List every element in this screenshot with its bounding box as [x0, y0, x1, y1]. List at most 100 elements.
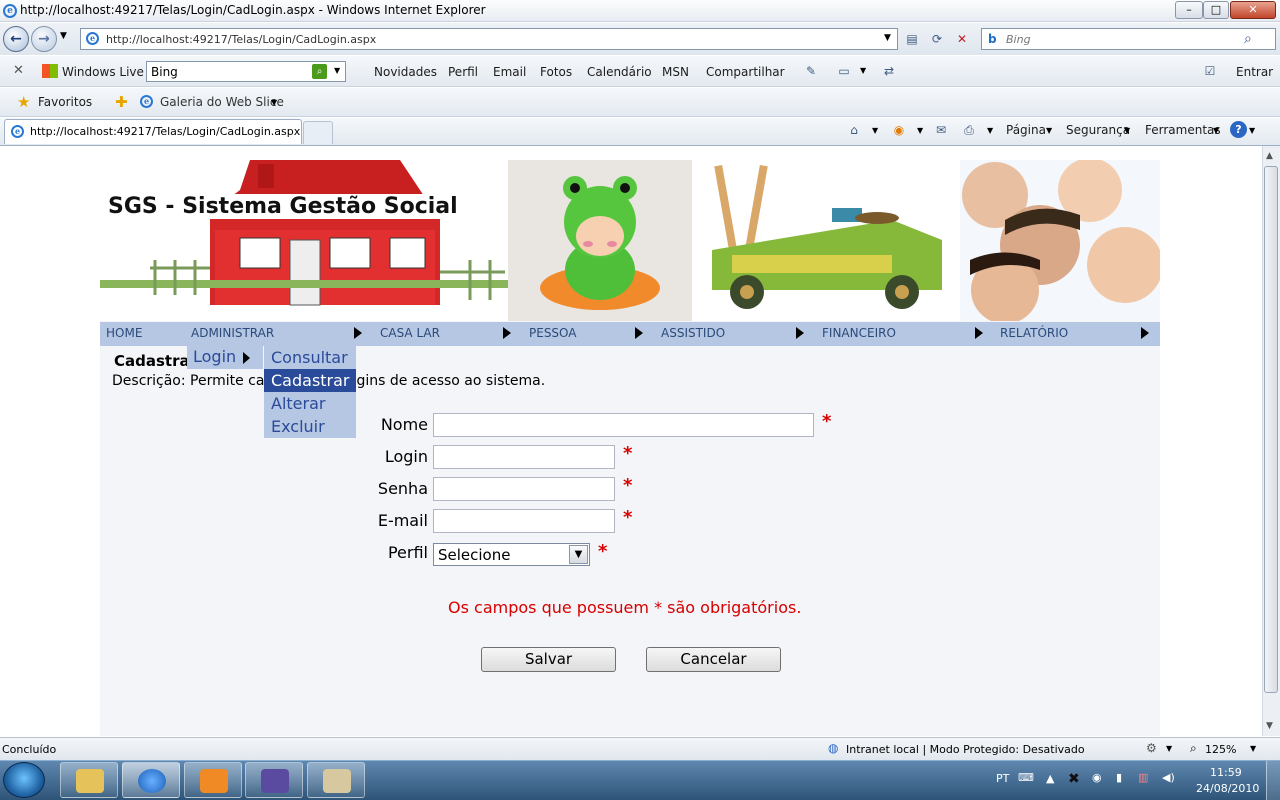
start-button[interactable] — [3, 762, 45, 798]
live-search-icon[interactable]: ⌕ — [312, 64, 327, 79]
taskbar-remote[interactable] — [245, 762, 303, 798]
submenu-login[interactable]: Login — [187, 346, 263, 369]
menu-assistido[interactable]: ASSISTIDO — [661, 326, 725, 340]
taskbar-media-player[interactable] — [184, 762, 242, 798]
login-input[interactable] — [433, 445, 615, 469]
show-desktop-button[interactable] — [1266, 761, 1280, 800]
print-dropdown-icon[interactable]: ▼ — [987, 126, 993, 135]
window-icon[interactable]: ▭ — [835, 62, 853, 80]
edit-icon[interactable]: ✎ — [802, 62, 820, 80]
search-box[interactable]: b Bing ⌕ — [981, 28, 1276, 50]
print-icon[interactable]: ⎙ — [960, 121, 978, 139]
help-dropdown-icon[interactable]: ▼ — [1249, 126, 1255, 135]
taskbar-ie[interactable] — [122, 762, 180, 798]
scroll-down-icon[interactable]: ▼ — [1266, 721, 1273, 731]
address-url[interactable]: http://localhost:49217/Telas/Login/CadLo… — [106, 33, 376, 46]
live-search-input[interactable]: Bing ⌕ ▼ — [146, 61, 346, 82]
tools-dropdown-icon[interactable]: ▼ — [1213, 126, 1219, 135]
menu-casa-lar[interactable]: CASA LAR — [380, 326, 440, 340]
clock-date[interactable]: 24/08/2010 — [1196, 782, 1259, 795]
zone-status[interactable]: Intranet local | Modo Protegido: Desativ… — [846, 743, 1085, 756]
windows-live-link[interactable]: Windows Live — [62, 65, 144, 79]
close-toolbar-icon[interactable]: ✕ — [13, 63, 24, 78]
tools-menu[interactable]: Ferramentas — [1145, 123, 1221, 137]
keyboard-icon[interactable]: ⌨ — [1018, 771, 1034, 784]
search-placeholder[interactable]: Bing — [1006, 33, 1031, 46]
network-error-icon[interactable]: ✖ — [1068, 771, 1080, 787]
zoom-icon[interactable]: ⌕ — [1190, 741, 1197, 756]
page-dropdown-icon[interactable]: ▼ — [1046, 126, 1052, 135]
cancel-button[interactable]: Cancelar — [646, 647, 781, 672]
senha-input[interactable] — [433, 477, 615, 501]
security-dropdown-icon[interactable]: ▼ — [1124, 126, 1130, 135]
submenu-login-label[interactable]: Login — [193, 347, 236, 366]
address-dropdown-icon[interactable]: ▼ — [884, 33, 891, 43]
popup-dropdown-icon[interactable]: ▼ — [1166, 744, 1172, 753]
menu-home[interactable]: HOME — [106, 326, 142, 340]
close-window-button[interactable]: ✕ — [1230, 1, 1276, 19]
live-search-value[interactable]: Bing — [151, 65, 178, 79]
live-search-dropdown-icon[interactable]: ▼ — [334, 66, 340, 75]
link-novidades[interactable]: Novidades — [374, 65, 437, 79]
submenu-consultar[interactable]: Consultar — [271, 348, 348, 367]
taskbar-paint[interactable] — [307, 762, 365, 798]
menu-financeiro[interactable]: FINANCEIRO — [822, 326, 896, 340]
address-bar[interactable]: e http://localhost:49217/Telas/Login/Cad… — [80, 28, 898, 50]
favorites-button[interactable]: Favoritos — [38, 95, 92, 109]
webslice-gallery-link[interactable]: Galeria do Web Slice — [160, 95, 284, 109]
feeds-icon[interactable]: ◉ — [890, 121, 908, 139]
popup-icon[interactable]: ⚙ — [1146, 741, 1157, 755]
feeds-dropdown-icon[interactable]: ▼ — [917, 126, 923, 135]
webslice-dropdown-icon[interactable]: ▼ — [271, 98, 277, 107]
tab-title[interactable]: http://localhost:49217/Telas/Login/CadLo… — [30, 125, 300, 138]
show-hidden-icons[interactable]: ▲ — [1046, 772, 1054, 785]
battery-icon[interactable]: ▮ — [1116, 771, 1122, 784]
clock-time[interactable]: 11:59 — [1210, 766, 1242, 779]
perfil-select[interactable]: Selecione — [433, 543, 590, 566]
refresh-icon[interactable]: ⟳ — [928, 30, 946, 48]
help-icon[interactable]: ? — [1230, 121, 1247, 138]
submenu-excluir[interactable]: Excluir — [271, 417, 325, 436]
page-menu[interactable]: Página — [1006, 123, 1046, 137]
submenu-cadastrar[interactable]: Cadastrar — [271, 371, 350, 390]
search-icon[interactable]: ⌕ — [1244, 31, 1252, 47]
new-tab-button[interactable] — [303, 121, 333, 144]
volume-icon[interactable]: ◀) — [1162, 771, 1175, 784]
home-icon[interactable]: ⌂ — [845, 121, 863, 139]
translate-icon[interactable]: ⇄ — [880, 62, 898, 80]
signin-link[interactable]: Entrar — [1236, 65, 1273, 79]
stop-icon[interactable]: ✕ — [953, 30, 971, 48]
link-perfil[interactable]: Perfil — [448, 65, 478, 79]
email-input[interactable] — [433, 509, 615, 533]
security-menu[interactable]: Segurança — [1066, 123, 1130, 137]
update-icon[interactable]: ◉ — [1092, 771, 1102, 784]
save-button[interactable]: Salvar — [481, 647, 616, 672]
history-dropdown-icon[interactable]: ▼ — [60, 31, 67, 41]
mail-icon[interactable]: ✉ — [932, 121, 950, 139]
link-compartilhar[interactable]: Compartilhar — [706, 65, 785, 79]
nome-input[interactable] — [433, 413, 814, 437]
scrollbar-thumb[interactable] — [1264, 166, 1278, 693]
home-dropdown-icon[interactable]: ▼ — [872, 126, 878, 135]
toolbar-dropdown-icon[interactable]: ▼ — [860, 66, 866, 75]
zoom-dropdown-icon[interactable]: ▼ — [1250, 744, 1256, 753]
network-icon[interactable]: ▥ — [1138, 771, 1148, 784]
perfil-dropdown-icon[interactable]: ▼ — [569, 545, 588, 564]
link-email[interactable]: Email — [493, 65, 526, 79]
menu-administrar[interactable]: ADMINISTRAR — [191, 326, 274, 340]
back-button[interactable]: ← — [3, 26, 29, 52]
link-calendario[interactable]: Calendário — [587, 65, 652, 79]
maximize-button[interactable]: □ — [1203, 1, 1229, 19]
link-fotos[interactable]: Fotos — [540, 65, 572, 79]
tab-current[interactable]: e http://localhost:49217/Telas/Login/Cad… — [4, 119, 302, 144]
forward-button[interactable]: → — [31, 26, 57, 52]
menu-relatorio[interactable]: RELATÓRIO — [1000, 326, 1068, 340]
minimize-button[interactable]: – — [1175, 1, 1203, 19]
link-msn[interactable]: MSN — [662, 65, 689, 79]
submenu-alterar[interactable]: Alterar — [271, 394, 325, 413]
scroll-up-icon[interactable]: ▲ — [1266, 151, 1273, 161]
compatibility-icon[interactable]: ▤ — [903, 30, 921, 48]
add-favorite-icon[interactable]: ✚ — [115, 93, 128, 111]
checkbox-icon[interactable]: ☑ — [1201, 62, 1219, 80]
taskbar-explorer[interactable] — [60, 762, 118, 798]
